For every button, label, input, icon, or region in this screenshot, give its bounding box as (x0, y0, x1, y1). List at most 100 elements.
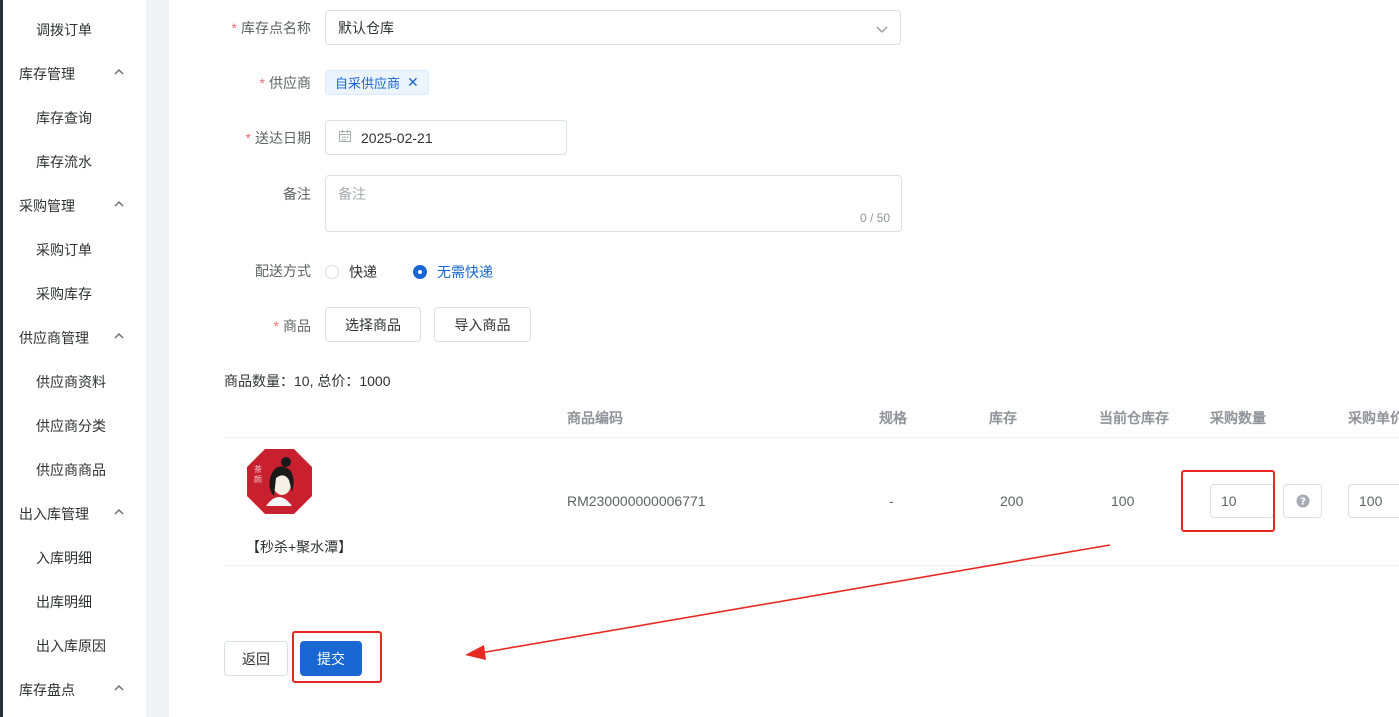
radio-no-express[interactable]: 无需快递 (413, 262, 493, 282)
svg-text:?: ? (1300, 497, 1306, 508)
remark-char-count: 0 / 50 (859, 211, 890, 225)
sidebar-item-label: 库存管理 (19, 66, 75, 82)
warehouse-select[interactable]: 默认仓库 (325, 10, 901, 45)
sidebar-item-outbound-details[interactable]: 出库明细 (3, 580, 146, 624)
cell-stock: 200 (1000, 493, 1024, 509)
required-mark: * (245, 130, 251, 146)
delivery-method-label-text: 配送方式 (255, 263, 311, 279)
cell-spec: - (889, 493, 894, 509)
purchase-order-form: * 库存点名称 默认仓库 * 供应商 自采供应商 ✕ * 送达日期 2025-02-2… (169, 0, 1399, 717)
chevron-up-icon (114, 683, 124, 693)
radio-express[interactable]: 快递 (325, 262, 377, 282)
close-icon[interactable]: ✕ (407, 74, 419, 91)
required-mark: * (273, 318, 279, 334)
select-goods-button[interactable]: 选择商品 (325, 307, 421, 342)
col-header-unit-price: 采购单价 (1348, 410, 1399, 426)
remark-textarea[interactable]: 备注 0 / 50 (325, 175, 902, 232)
remark-label: 备注 (283, 184, 311, 204)
unit-price-input[interactable]: 100 (1348, 484, 1399, 518)
svg-text:颜: 颜 (254, 474, 262, 484)
delivery-date-picker[interactable]: 2025-02-21 (325, 120, 567, 155)
col-header-warehouse-stock: 当前仓库存 (1099, 410, 1169, 426)
annotation-box-submit (292, 631, 382, 683)
sidebar-item-label: 出入库管理 (19, 506, 89, 522)
date-label-text: 送达日期 (255, 130, 311, 146)
back-label: 返回 (242, 650, 270, 667)
supplier-tag: 自采供应商 ✕ (325, 70, 429, 95)
sidebar-group-stocktaking[interactable]: 库存盘点 (3, 668, 146, 712)
table-header-divider (224, 437, 1399, 438)
sidebar-item-label: 库存流水 (36, 154, 92, 170)
chevron-up-icon (114, 507, 124, 517)
cell-warehouse-stock: 100 (1111, 493, 1135, 509)
required-mark: * (231, 20, 237, 36)
sidebar-item-label: 库存盘点 (19, 682, 75, 698)
sidebar-item-label: 采购库存 (36, 286, 92, 302)
sidebar-item-label: 库存查询 (36, 110, 92, 126)
sidebar-item-inbound-details[interactable]: 入库明细 (3, 536, 146, 580)
date-label: * 送达日期 (246, 128, 311, 148)
unit-price-value: 100 (1359, 493, 1383, 509)
sidebar-item-label: 供应商分类 (36, 418, 106, 434)
radio-circle-selected (413, 265, 427, 279)
back-button[interactable]: 返回 (224, 641, 288, 676)
sidebar-item-inventory-flow[interactable]: 库存流水 (3, 140, 146, 184)
sidebar-item-in-out-reasons[interactable]: 出入库原因 (3, 624, 146, 668)
sidebar-item-label: 采购管理 (19, 198, 75, 214)
annotation-box-qty (1181, 470, 1275, 532)
remark-placeholder: 备注 (338, 186, 366, 202)
product-logo-image: 茶 颜 (246, 448, 313, 515)
sidebar-item-label: 供应商管理 (19, 330, 89, 346)
goods-label: * 商品 (274, 316, 311, 336)
sidebar-item-label: 出入库原因 (36, 638, 106, 654)
radio-express-label: 快递 (349, 264, 377, 280)
sidebar-gutter (146, 0, 169, 717)
radio-no-express-label: 无需快递 (437, 264, 493, 280)
sidebar: 调拨订单 库存管理 库存查询 库存流水 采购管理 采购订单 采购库存 供应商管理… (0, 0, 146, 717)
sidebar-item-label: 出库明细 (36, 594, 92, 610)
import-goods-button[interactable]: 导入商品 (434, 307, 531, 342)
import-goods-label: 导入商品 (454, 316, 511, 333)
warehouse-label: * 库存点名称 (232, 18, 311, 38)
chevron-down-icon (876, 22, 888, 38)
sidebar-item-label: 采购订单 (36, 242, 92, 258)
delivery-date-value: 2025-02-21 (361, 129, 433, 146)
chevron-up-icon (114, 67, 124, 77)
sidebar-item-label: 供应商资料 (36, 374, 106, 390)
warehouse-label-text: 库存点名称 (241, 20, 311, 36)
warehouse-select-value: 默认仓库 (338, 19, 394, 36)
col-header-purchase-qty: 采购数量 (1210, 410, 1266, 426)
chevron-up-icon (114, 199, 124, 209)
sidebar-item-purchase-orders[interactable]: 采购订单 (3, 228, 146, 272)
sidebar-item-supplier-categories[interactable]: 供应商分类 (3, 404, 146, 448)
sidebar-item-supplier-profiles[interactable]: 供应商资料 (3, 360, 146, 404)
goods-summary: 商品数量：10, 总价：1000 (224, 373, 391, 389)
sidebar-item-inventory-query[interactable]: 库存查询 (3, 96, 146, 140)
col-header-spec: 规格 (879, 410, 907, 426)
supplier-label: * 供应商 (260, 73, 311, 93)
chevron-up-icon (114, 331, 124, 341)
sidebar-group-suppliers[interactable]: 供应商管理 (3, 316, 146, 360)
select-goods-label: 选择商品 (345, 316, 401, 333)
delivery-method-label: 配送方式 (255, 261, 311, 281)
radio-circle (325, 265, 339, 279)
sidebar-item-supplier-goods[interactable]: 供应商商品 (3, 448, 146, 492)
cell-code: RM230000000006771 (567, 493, 706, 509)
required-mark: * (259, 75, 265, 91)
col-header-code: 商品编码 (567, 410, 623, 426)
question-icon[interactable]: ? (1283, 484, 1322, 518)
goods-label-text: 商品 (283, 318, 311, 334)
supplier-tag-label: 自采供应商 (335, 76, 401, 91)
supplier-label-text: 供应商 (269, 75, 311, 91)
sidebar-group-inventory[interactable]: 库存管理 (3, 52, 146, 96)
product-name: 【秒杀+聚水潭】 (246, 539, 353, 555)
col-header-stock: 库存 (989, 410, 1017, 426)
sidebar-group-purchasing[interactable]: 采购管理 (3, 184, 146, 228)
sidebar-item-label: 入库明细 (36, 550, 92, 566)
sidebar-item-label: 供应商商品 (36, 462, 106, 478)
sidebar-item-transfer-orders[interactable]: 调拨订单 (3, 8, 146, 52)
sidebar-group-in-out[interactable]: 出入库管理 (3, 492, 146, 536)
sidebar-item-label: 调拨订单 (36, 22, 92, 38)
sidebar-item-purchase-stock[interactable]: 采购库存 (3, 272, 146, 316)
remark-label-text: 备注 (283, 186, 311, 202)
